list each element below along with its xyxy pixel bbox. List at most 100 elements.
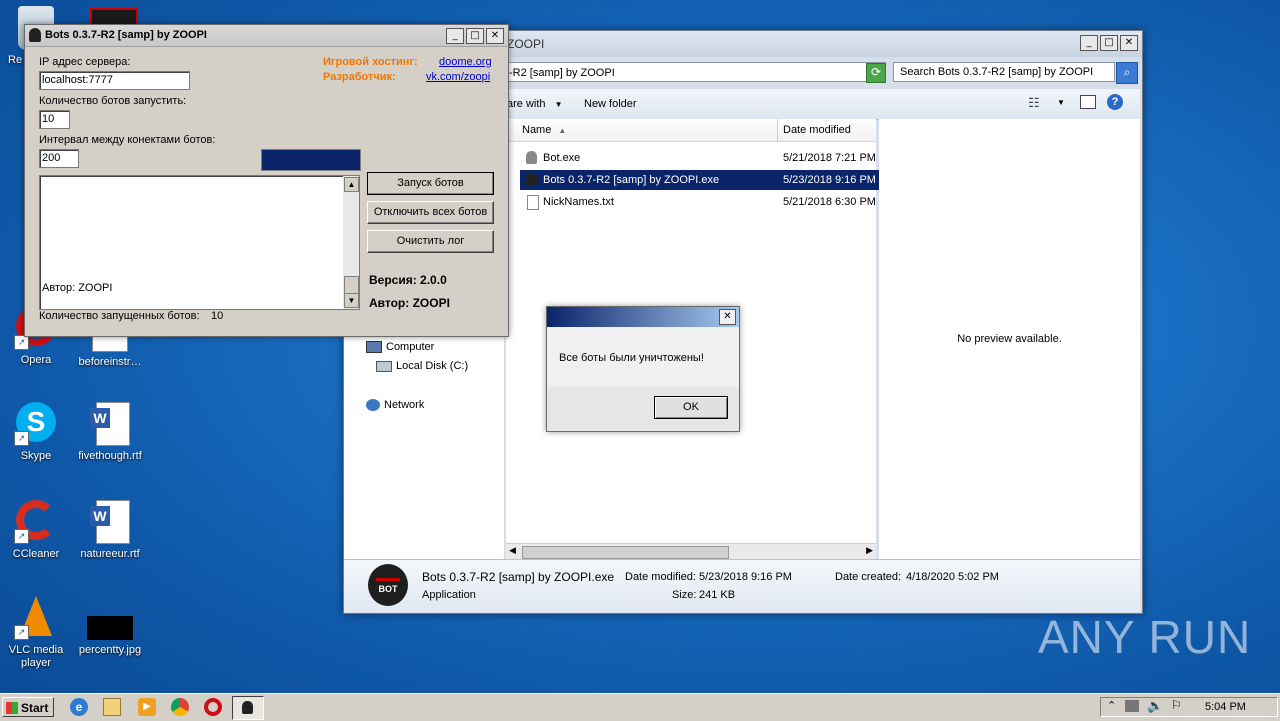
minimize-button[interactable]: _ — [446, 28, 464, 44]
progress-indicator — [261, 149, 361, 171]
desktop-icon-skype[interactable]: S ↗ Skype — [0, 402, 76, 463]
action-center-flag-icon[interactable]: ⚐ — [1171, 698, 1182, 712]
log-scrollbar[interactable]: ▲ ▼ — [343, 176, 359, 309]
bots-titlebar[interactable]: Bots 0.3.7-R2 [samp] by ZOOPI _ □ ✕ — [25, 25, 508, 47]
scroll-down-icon[interactable]: ▼ — [344, 293, 359, 308]
close-icon[interactable]: ✕ — [719, 309, 736, 325]
start-bots-button[interactable]: Запуск ботов — [367, 172, 494, 195]
preview-pane-icon[interactable] — [1080, 95, 1096, 109]
views-icon[interactable]: ☷ — [1028, 95, 1040, 111]
nav-item-local-disk[interactable]: Local Disk (C:) — [376, 360, 468, 372]
dialog-titlebar[interactable]: ✕ — [547, 307, 739, 327]
desktop-icon-ccleaner[interactable]: ↗ CCleaner — [0, 500, 76, 561]
maximize-button[interactable]: □ — [1100, 35, 1118, 51]
refresh-icon[interactable]: ⟳ — [866, 63, 886, 83]
taskbar: Start e ▶ ⌃ 🔈 ⚐ 5:04 PM — [0, 693, 1280, 721]
scroll-left-icon[interactable]: ◀ — [509, 545, 516, 556]
new-folder-button[interactable]: New folder — [584, 98, 637, 110]
chevron-down-icon[interactable]: ▼ — [1057, 98, 1065, 107]
column-headers: Name ▲ Date modified — [506, 119, 876, 142]
media-player-icon[interactable]: ▶ — [138, 698, 156, 716]
file-name: Bots 0.3.7-R2 [samp] by ZOOPI.exe — [543, 174, 720, 186]
disconnect-all-bots-button[interactable]: Отключить всех ботов — [367, 201, 494, 224]
system-tray: ⌃ 🔈 ⚐ 5:04 PM — [1100, 697, 1278, 717]
hosting-link[interactable]: doome.org — [439, 56, 492, 68]
desktop-icon-vlc[interactable]: ↗ VLC media player — [0, 596, 76, 670]
desktop-icon-fivethough[interactable]: W fivethough.rtf — [70, 402, 150, 463]
search-placeholder: Search Bots 0.3.7-R2 [samp] by ZOOPI — [900, 66, 1094, 78]
details-type: Application — [422, 589, 476, 601]
bot-count-input[interactable]: 10 — [39, 110, 70, 129]
scroll-up-icon[interactable]: ▲ — [344, 177, 359, 192]
bot-app-large-icon: BOT — [368, 564, 408, 606]
file-explorer-icon[interactable] — [103, 698, 121, 716]
bots-app-window: Bots 0.3.7-R2 [samp] by ZOOPI _ □ ✕ IP а… — [24, 24, 509, 337]
desktop-icon-natureeur[interactable]: W natureeur.rtf — [70, 500, 150, 561]
taskbar-bots-app-button[interactable] — [232, 696, 264, 720]
search-icon[interactable]: ⌕ — [1116, 62, 1138, 84]
desktop-icon-percentty[interactable]: percentty.jpg — [70, 596, 150, 657]
version-label: Версия: 2.0.0 — [369, 273, 447, 287]
developer-label: Разработчик: — [323, 71, 396, 83]
shortcut-arrow-icon: ↗ — [14, 431, 29, 446]
chevron-down-icon: ▼ — [554, 100, 563, 109]
ip-input[interactable]: localhost:7777 — [39, 71, 190, 90]
address-bar[interactable]: -R2 [samp] by ZOOPI ▼ — [504, 62, 886, 82]
interval-label: Интервал между конектами ботов: — [39, 134, 216, 146]
details-size: 241 KB — [699, 589, 736, 601]
column-header-date[interactable]: Date modified — [783, 124, 851, 136]
preview-pane: No preview available. — [879, 119, 1140, 559]
details-date-modified: 5/23/2018 9:16 PM — [699, 571, 792, 583]
anyrun-watermark: ANY RUN — [1038, 611, 1252, 663]
details-date-modified-label: Date modified: — [625, 571, 696, 583]
details-date-created: 4/18/2020 5:02 PM — [906, 571, 999, 583]
scroll-right-icon[interactable]: ▶ — [866, 545, 873, 556]
running-bots-count: 10 — [211, 310, 224, 322]
file-name: Bot.exe — [543, 152, 581, 164]
running-bots-label: Количество запущенных ботов: — [39, 310, 200, 322]
file-date: 5/23/2018 9:16 PM — [783, 174, 876, 186]
file-date: 5/21/2018 6:30 PM — [783, 196, 876, 208]
internet-explorer-icon[interactable]: e — [70, 698, 88, 716]
ccleaner-icon: ↗ — [14, 500, 58, 544]
search-input[interactable]: Search Bots 0.3.7-R2 [samp] by ZOOPI — [893, 62, 1115, 82]
scrollbar-thumb[interactable] — [522, 546, 729, 559]
log-line: Автор: ZOOPI — [42, 282, 113, 294]
show-hidden-icons[interactable]: ⌃ — [1107, 699, 1116, 712]
bot-app-icon — [29, 28, 41, 42]
file-row[interactable]: NickNames.txt 5/21/2018 6:30 PM — [506, 192, 876, 212]
ip-label: IP адрес сервера: — [39, 56, 131, 68]
developer-link[interactable]: vk.com/zoopi — [426, 71, 490, 83]
maximize-button[interactable]: □ — [466, 28, 484, 44]
clear-log-button[interactable]: Очистить лог — [367, 230, 494, 253]
log-textarea[interactable]: Автор: ZOOPI ▲ ▼ — [39, 175, 360, 310]
dialog-message: Все боты были уничтожены! — [559, 352, 704, 364]
shortcut-arrow-icon: ↗ — [14, 529, 29, 544]
minimize-button[interactable]: _ — [1080, 35, 1098, 51]
interval-input[interactable]: 200 — [39, 149, 79, 168]
file-row[interactable]: Bot.exe 5/21/2018 7:21 PM — [506, 148, 876, 168]
horizontal-scrollbar[interactable]: ◀ ▶ — [506, 543, 876, 559]
scrollbar-thumb[interactable] — [344, 276, 359, 294]
nav-item-computer[interactable]: Computer — [366, 341, 434, 354]
close-button[interactable]: ✕ — [486, 28, 504, 44]
close-button[interactable]: ✕ — [1120, 35, 1138, 51]
text-file-icon — [527, 195, 539, 210]
column-header-name[interactable]: Name ▲ — [522, 124, 566, 136]
help-icon[interactable]: ? — [1107, 94, 1123, 110]
word-document-icon: W — [90, 402, 130, 446]
share-with-menu[interactable]: are with ▼ — [507, 98, 563, 110]
file-row-selected[interactable]: Bots 0.3.7-R2 [samp] by ZOOPI.exe 5/23/2… — [520, 170, 890, 190]
start-button[interactable]: Start — [2, 697, 54, 717]
opera-icon[interactable] — [204, 698, 222, 716]
network-tray-icon[interactable] — [1125, 700, 1139, 712]
nav-item-network[interactable]: Network — [366, 399, 424, 412]
column-divider[interactable] — [777, 119, 778, 141]
clock[interactable]: 5:04 PM — [1205, 701, 1246, 713]
volume-icon[interactable]: 🔈 — [1147, 698, 1163, 714]
drive-icon — [376, 360, 392, 372]
ok-button[interactable]: OK — [654, 396, 728, 419]
chrome-icon[interactable] — [171, 698, 189, 716]
network-icon — [366, 399, 380, 412]
hosting-label: Игровой хостинг: — [323, 56, 418, 68]
